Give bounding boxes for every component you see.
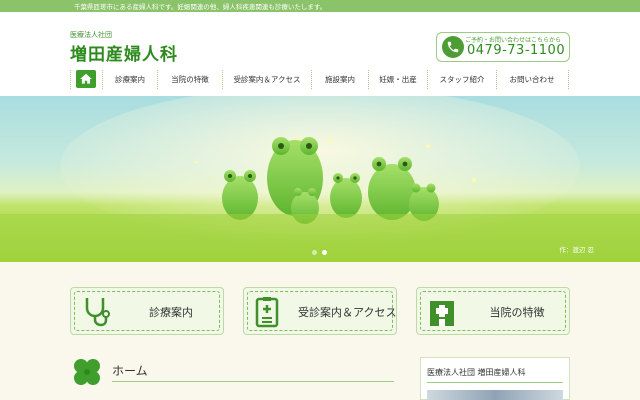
top-bar-text: 千葉県匝瑳市にある産婦人科です。妊娠関連の他、婦人科疾患関連も診療いたします。 (74, 3, 327, 11)
sidebar-title: 医療法人社団 増田産婦人科 (427, 368, 526, 377)
phone-contact-box[interactable]: ご予約・お問い合わせはこちらから 0479-73-1100 (436, 32, 570, 62)
stethoscope-icon (81, 296, 111, 332)
clinic-photo (427, 390, 563, 400)
nav-item-facilities[interactable]: 施設案内 (312, 67, 368, 92)
hospital-icon (427, 296, 457, 332)
heading-underline (112, 381, 394, 382)
feature-label: 当院の特徴 (489, 306, 545, 319)
nav-item-pregnancy[interactable]: 妊娠・出産 (369, 67, 427, 92)
phone-icon (442, 36, 464, 58)
nav-item-staff[interactable]: スタッフ紹介 (428, 67, 496, 92)
corporation-label: 医療法人社団 (70, 31, 112, 39)
sidebar-divider (427, 382, 563, 383)
feature-label: 受診案内＆アクセス (298, 306, 397, 319)
page-title: ホーム (112, 364, 148, 378)
clover-icon (70, 355, 104, 393)
feature-access-button[interactable]: 受診案内＆アクセス (243, 287, 397, 335)
nav-item-contact[interactable]: お問い合わせ (497, 67, 567, 92)
clinic-logo-title[interactable]: 増田産婦人科 (70, 40, 178, 65)
feature-characteristics-button[interactable]: 当院の特徴 (416, 287, 570, 335)
site-header: 医療法人社団 増田産婦人科 ご予約・お問い合わせはこちらから 0479-73-1… (0, 12, 640, 96)
nav-separator (568, 70, 569, 89)
phone-number[interactable]: 0479-73-1100 (467, 43, 565, 58)
top-bar: 千葉県匝瑳市にある産婦人科です。妊娠関連の他、婦人科疾患関連も診療いたします。 (0, 0, 640, 12)
hero-illustration (0, 96, 640, 262)
sidebar-clinic-card: 医療法人社団 増田産婦人科 (420, 357, 570, 400)
hero-slider[interactable]: 作：渡辺 忍 (0, 96, 640, 262)
feature-label: 診療案内 (149, 306, 193, 319)
nav-item-features[interactable]: 当院の特徴 (158, 67, 222, 92)
home-icon[interactable] (76, 70, 96, 88)
nav-separator (70, 70, 71, 89)
medical-chart-icon (254, 296, 280, 332)
nav-item-access[interactable]: 受診案内＆アクセス (223, 67, 311, 92)
feature-medical-info-button[interactable]: 診療案内 (70, 287, 224, 335)
slider-dot[interactable] (312, 250, 317, 255)
nav-item-medical-info[interactable]: 診療案内 (103, 67, 157, 92)
slider-dot-active[interactable] (322, 250, 327, 255)
illustration-credit: 作：渡辺 忍 (559, 246, 594, 254)
global-nav: 診療案内 当院の特徴 受診案内＆アクセス 施設案内 妊娠・出産 スタッフ紹介 お… (70, 67, 570, 92)
